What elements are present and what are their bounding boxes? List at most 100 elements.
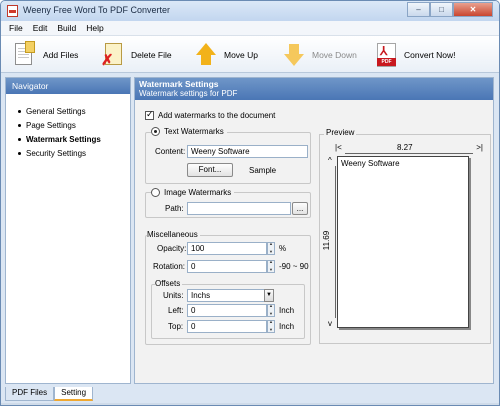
panel-subtitle: Watermark settings for PDF <box>139 89 238 98</box>
top-offset-label: Top: <box>168 322 184 331</box>
add-watermarks-checkbox[interactable] <box>145 109 154 120</box>
window-controls: – □ ✕ <box>407 2 493 17</box>
menu-build[interactable]: Build <box>53 21 82 35</box>
units-select[interactable]: Inchs <box>187 289 265 302</box>
left-offset-unit: Inch <box>279 306 295 315</box>
arrow-up-icon <box>194 41 218 69</box>
nav-item-watermark-settings[interactable]: Watermark Settings <box>6 132 130 146</box>
app-logo-icon <box>7 5 18 17</box>
nav-item-label: Page Settings <box>26 120 76 130</box>
preview-page: Weeny Software <box>337 156 469 328</box>
navigator-title: Navigator <box>6 78 130 94</box>
watermark-settings-panel: Watermark Settings Watermark settings fo… <box>134 77 494 384</box>
bullet-icon <box>18 137 21 141</box>
bullet-icon <box>18 123 21 127</box>
add-watermarks-checkbox-row[interactable]: Add watermarks to the document <box>145 109 276 120</box>
nav-item-label: Security Settings <box>26 148 87 158</box>
title-bar: Weeny Free Word To PDF Converter – □ ✕ <box>1 1 499 21</box>
font-button[interactable]: Font... <box>187 163 233 177</box>
nav-item-general-settings[interactable]: General Settings <box>6 104 130 118</box>
text-watermarks-label: Text Watermarks <box>164 127 224 136</box>
ruler-bottom-marker: v <box>328 319 332 328</box>
page-height-value: 11.69 <box>322 230 332 251</box>
menu-file[interactable]: File <box>5 21 29 35</box>
add-files-icon <box>13 40 37 69</box>
maximize-button[interactable]: □ <box>430 2 453 17</box>
delete-file-button[interactable]: ✗ Delete File <box>101 36 172 73</box>
nav-item-page-settings[interactable]: Page Settings <box>6 118 130 132</box>
left-offset-label: Left: <box>168 306 184 315</box>
menu-bar: File Edit Build Help <box>1 21 499 36</box>
convert-now-button[interactable]: ⅄ PDF Convert Now! <box>374 36 456 73</box>
bullet-icon <box>18 151 21 155</box>
path-label: Path: <box>165 204 184 213</box>
menu-help[interactable]: Help <box>82 21 109 35</box>
app-window: Weeny Free Word To PDF Converter – □ ✕ F… <box>0 0 500 406</box>
text-watermarks-radio[interactable] <box>151 127 160 136</box>
bottom-tab-bar: PDF Files Setting <box>5 387 94 403</box>
add-files-label: Add Files <box>43 49 79 60</box>
top-offset-input[interactable] <box>187 320 267 333</box>
horizontal-ruler: |< 8.27 >| <box>335 143 483 154</box>
bullet-icon <box>18 109 21 113</box>
left-offset-spinner[interactable] <box>267 303 275 317</box>
rotation-range: -90 ~ 90 <box>279 262 309 271</box>
menu-edit[interactable]: Edit <box>29 21 54 35</box>
chevron-down-icon[interactable]: ▼ <box>264 289 274 302</box>
minimize-button[interactable]: – <box>407 2 430 17</box>
move-down-label: Move Down <box>312 49 357 60</box>
navigator-list: General Settings Page Settings Watermark… <box>6 94 130 160</box>
text-watermarks-option[interactable]: Text Watermarks <box>151 127 227 136</box>
units-label: Units: <box>163 291 184 300</box>
convert-now-label: Convert Now! <box>404 49 456 60</box>
nav-item-security-settings[interactable]: Security Settings <box>6 146 130 160</box>
pdf-icon: ⅄ PDF <box>374 41 398 69</box>
tab-setting[interactable]: Setting <box>54 387 94 401</box>
browse-button[interactable]: ... <box>292 202 308 215</box>
preview-watermark-text: Weeny Software <box>341 159 400 168</box>
nav-item-label: Watermark Settings <box>26 134 101 144</box>
tab-pdf-files[interactable]: PDF Files <box>5 387 55 401</box>
rotation-spinner[interactable] <box>267 259 275 273</box>
content-input[interactable] <box>187 145 308 158</box>
image-watermarks-radio[interactable] <box>151 188 160 197</box>
image-watermarks-option[interactable]: Image Watermarks <box>151 188 235 197</box>
add-watermarks-label: Add watermarks to the document <box>158 111 276 120</box>
preview-title: Preview <box>324 128 357 137</box>
nav-item-label: General Settings <box>26 106 86 116</box>
top-offset-spinner[interactable] <box>267 319 275 333</box>
ruler-line <box>345 153 473 154</box>
opacity-spinner[interactable] <box>267 241 275 255</box>
sample-label: Sample <box>249 166 277 175</box>
opacity-unit: % <box>279 244 287 253</box>
ruler-left-marker: |< <box>335 143 342 152</box>
window-title: Weeny Free Word To PDF Converter <box>23 5 171 15</box>
close-button[interactable]: ✕ <box>453 2 493 17</box>
top-offset-unit: Inch <box>279 322 295 331</box>
page-width-value: 8.27 <box>397 143 413 152</box>
content-label: Content: <box>155 147 186 156</box>
delete-file-icon: ✗ <box>101 41 125 69</box>
rotation-label: Rotation: <box>153 262 186 271</box>
add-files-button[interactable]: Add Files <box>13 36 78 73</box>
delete-file-label: Delete File <box>131 49 172 60</box>
toolbar: Add Files ✗ Delete File Move Up Move Dow… <box>1 36 499 73</box>
panel-title: Watermark Settings <box>139 79 219 89</box>
ruler-right-marker: >| <box>476 143 483 152</box>
opacity-input[interactable] <box>187 242 267 255</box>
panel-header: Watermark Settings Watermark settings fo… <box>135 78 493 100</box>
ruler-line <box>335 166 336 318</box>
move-down-button[interactable]: Move Down <box>282 36 357 73</box>
offsets-title: Offsets <box>155 279 183 288</box>
image-watermarks-label: Image Watermarks <box>164 188 232 197</box>
opacity-label: Opacity: <box>157 244 187 253</box>
left-offset-input[interactable] <box>187 304 267 317</box>
ruler-top-marker: ^ <box>328 156 332 165</box>
move-up-button[interactable]: Move Up <box>194 36 258 73</box>
navigator-panel: Navigator General Settings Page Settings… <box>5 77 131 384</box>
path-input[interactable] <box>187 202 291 215</box>
move-up-label: Move Up <box>224 49 259 60</box>
arrow-down-icon <box>282 41 306 69</box>
rotation-input[interactable] <box>187 260 267 273</box>
miscellaneous-title: Miscellaneous <box>147 230 200 239</box>
